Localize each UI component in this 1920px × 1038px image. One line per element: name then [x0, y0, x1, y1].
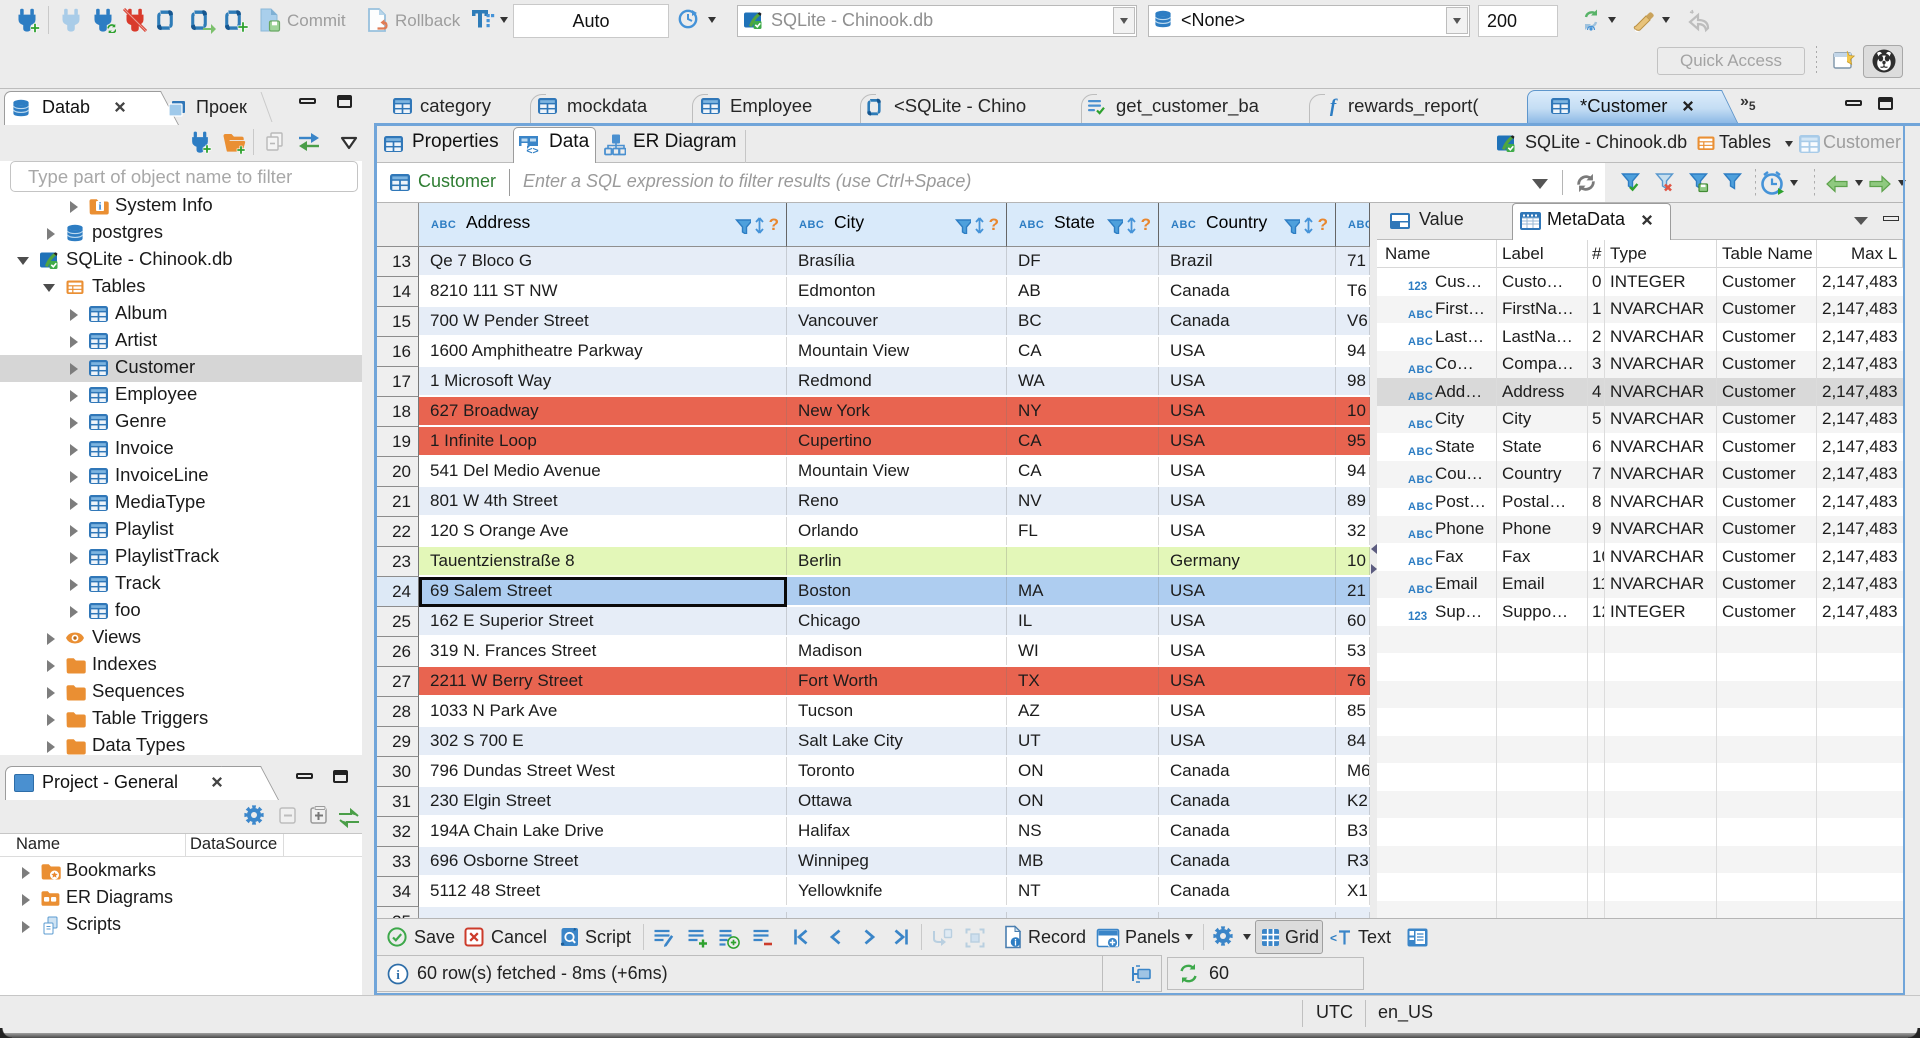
svg-text:i: i	[396, 967, 400, 982]
svg-text:f: f	[1330, 96, 1338, 117]
svg-text:i: i	[99, 202, 102, 213]
svg-text:<>: <>	[526, 145, 538, 156]
svg-text:<: <	[1330, 931, 1337, 945]
svg-text:i: i	[1014, 938, 1017, 948]
